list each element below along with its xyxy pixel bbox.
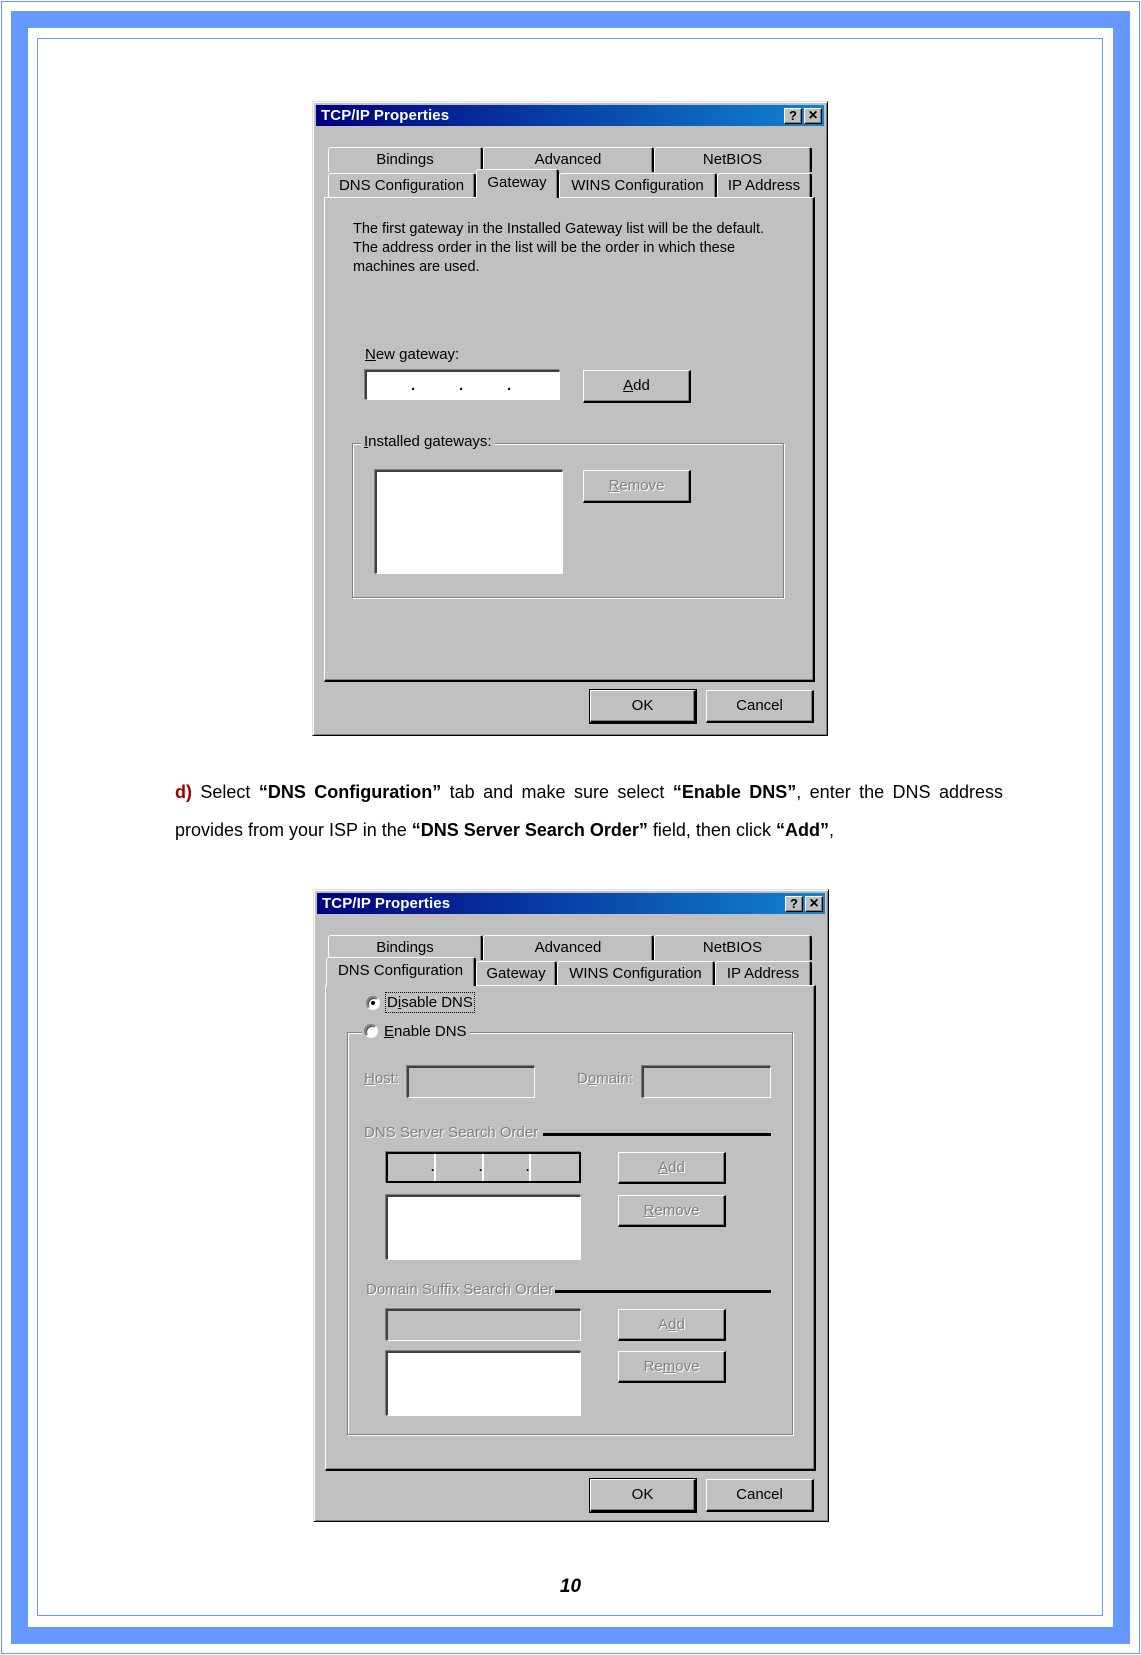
dns-server-separator: [543, 1133, 771, 1136]
cancel-button[interactable]: Cancel: [706, 690, 814, 723]
title-bar[interactable]: TCP/IP Properties ? ×: [317, 893, 825, 914]
ip-dot: .: [411, 377, 416, 394]
radio-selected-dot: [371, 1001, 375, 1005]
step-marker: d): [175, 782, 192, 802]
new-gateway-input[interactable]: . . .: [365, 370, 560, 400]
domain-input[interactable]: [642, 1066, 771, 1098]
gateway-description-line-1: The first gateway in the Installed Gatew…: [353, 221, 765, 237]
new-gateway-label: New gateway:: [365, 346, 460, 363]
ok-button[interactable]: OK: [589, 1478, 697, 1513]
tcpip-properties-dialog-gateway: TCP/IP Properties ? × Bindings Advanced …: [312, 101, 828, 736]
tab-dns-configuration[interactable]: DNS Configuration: [326, 957, 476, 986]
tab-bindings[interactable]: Bindings: [328, 147, 483, 172]
help-icon[interactable]: ?: [784, 108, 802, 124]
domain-suffix-separator: [555, 1290, 771, 1293]
title-bar[interactable]: TCP/IP Properties ? ×: [316, 105, 824, 126]
tab-netbios[interactable]: NetBIOS: [654, 935, 812, 960]
domain-suffix-search-order-label: Domain Suffix Search Order: [366, 1281, 554, 1298]
ip-dot: .: [459, 377, 464, 394]
dns-remove-button[interactable]: Remove: [618, 1195, 726, 1227]
enable-dns-radio[interactable]: [364, 1024, 378, 1038]
close-icon[interactable]: ×: [805, 896, 823, 912]
dns-server-search-order-label: DNS Server Search Order: [364, 1124, 539, 1141]
tab-panel: Disable DNS Enable DNS Host: Domain: DNS…: [325, 985, 816, 1471]
add-gateway-button[interactable]: Add: [583, 370, 691, 403]
dialog-title: TCP/IP Properties: [321, 107, 450, 124]
tab-netbios[interactable]: NetBIOS: [654, 147, 812, 172]
host-input[interactable]: [407, 1066, 535, 1098]
step-instruction: d) Select “DNS Configuration” tab and ma…: [175, 782, 1003, 840]
tab-gateway[interactable]: Gateway: [476, 169, 559, 198]
installed-gateways-list[interactable]: [375, 470, 563, 574]
gateway-description-line-3: machines are used.: [353, 259, 480, 275]
help-icon[interactable]: ?: [785, 896, 803, 912]
page-number: 10: [559, 1576, 582, 1597]
suffix-remove-button[interactable]: Remove: [618, 1351, 726, 1383]
tab-panel: The first gateway in the Installed Gatew…: [324, 197, 815, 682]
dns-server-ip-input[interactable]: . . .: [386, 1152, 581, 1183]
tcpip-properties-dialog-dns: TCP/IP Properties ? × Bindings Advanced …: [313, 889, 829, 1522]
tab-advanced[interactable]: Advanced: [483, 935, 654, 960]
ip-dot: .: [507, 377, 512, 394]
host-label: Host:: [364, 1070, 400, 1087]
domain-label: Domain:: [577, 1070, 633, 1087]
tab-gateway[interactable]: Gateway: [476, 961, 557, 986]
domain-suffix-input[interactable]: [386, 1309, 581, 1341]
disable-dns-label[interactable]: Disable DNS: [385, 992, 475, 1013]
installed-gateways-label: Installed gateways:: [361, 433, 495, 450]
ip-dot: .: [431, 1160, 435, 1174]
cancel-button[interactable]: Cancel: [706, 1479, 814, 1512]
enable-dns-option[interactable]: Enable DNS: [362, 1023, 470, 1040]
tab-dns-configuration[interactable]: DNS Configuration: [328, 173, 476, 198]
dialog-title: TCP/IP Properties: [322, 895, 451, 912]
remove-gateway-button[interactable]: Remove: [583, 470, 691, 503]
ip-dot: .: [526, 1160, 530, 1174]
domain-suffix-list[interactable]: [386, 1351, 581, 1416]
tab-ip-address[interactable]: IP Address: [717, 173, 812, 198]
tab-wins-configuration[interactable]: WINS Configuration: [559, 173, 717, 198]
gateway-description-line-2: The address order in the list will be th…: [353, 240, 736, 256]
suffix-add-button[interactable]: Add: [618, 1309, 726, 1341]
tab-ip-address[interactable]: IP Address: [715, 961, 812, 986]
close-icon[interactable]: ×: [804, 108, 822, 124]
disable-dns-radio[interactable]: [366, 996, 380, 1010]
dns-server-list[interactable]: [386, 1195, 581, 1260]
ok-button[interactable]: OK: [589, 689, 697, 724]
dns-add-button[interactable]: Add: [618, 1152, 726, 1184]
tab-wins-configuration[interactable]: WINS Configuration: [557, 961, 715, 986]
ip-dot: .: [479, 1160, 483, 1174]
